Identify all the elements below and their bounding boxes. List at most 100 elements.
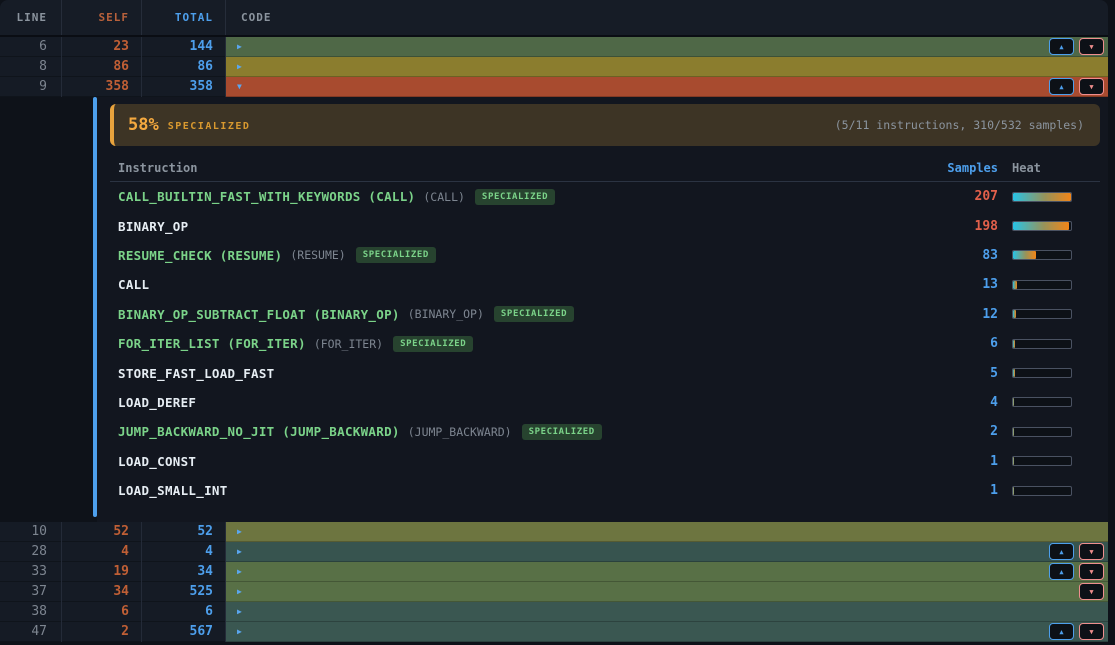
- code-cell[interactable]: ▶ stats = compute_stats(data) ▲ ▼: [226, 582, 1108, 602]
- code-cell[interactable]: ▶ squared = [x * x for x in data] # list…: [226, 57, 1108, 77]
- heat-bar: [998, 221, 1100, 231]
- self-samples: 86: [62, 57, 142, 77]
- jump-down-button[interactable]: ▼: [1079, 543, 1104, 560]
- column-header-total[interactable]: TOTAL: [142, 0, 226, 35]
- jump-down-button[interactable]: ▼: [1079, 563, 1104, 580]
- total-samples: 358: [142, 77, 226, 97]
- table-row: 10 52 52 ▶ return {"mean": mean, "var": …: [0, 522, 1108, 542]
- heat-bar-fill: [1013, 369, 1015, 377]
- self-samples: 358: [62, 77, 142, 97]
- table-row: 47 2 567 ▶ main() ▲ ▼: [0, 622, 1108, 642]
- heat-bar: [998, 427, 1100, 437]
- specialized-badge: SPECIALIZED: [475, 189, 555, 205]
- jump-up-button[interactable]: ▲: [1049, 38, 1074, 55]
- jump-down-button[interactable]: ▼: [1079, 583, 1104, 600]
- jump-up-button[interactable]: ▲: [1049, 78, 1074, 95]
- column-header-samples[interactable]: Samples: [912, 161, 998, 175]
- table-row: 38 6 6 ▶ items = [{"value": x, "name": f…: [0, 602, 1108, 622]
- heat-bar-track: [1012, 456, 1072, 466]
- table-row: 33 19 34 ▶ data = [math.sin(i * 0.01) + …: [0, 562, 1108, 582]
- expand-arrow-icon[interactable]: ▼: [237, 77, 242, 97]
- heat-bar-fill: [1013, 457, 1014, 465]
- expand-arrow-icon[interactable]: ▶: [237, 622, 242, 642]
- column-header-heat[interactable]: Heat: [998, 161, 1100, 175]
- jump-down-button[interactable]: ▼: [1079, 78, 1104, 95]
- code-rows-above: 6 23 144 ▶ total = sum(data) # CALL + it…: [0, 37, 1115, 97]
- self-samples: 19: [62, 562, 142, 582]
- column-header-line[interactable]: LINE: [0, 0, 62, 35]
- total-samples: 144: [142, 37, 226, 57]
- specialized-badge: SPECIALIZED: [393, 336, 473, 352]
- instruction-name: CALL_BUILTIN_FAST_WITH_KEYWORDS (CALL): [118, 189, 415, 204]
- expand-arrow-icon[interactable]: ▶: [237, 582, 242, 602]
- sample-count: 5: [912, 366, 998, 381]
- expand-arrow-icon[interactable]: ▶: [237, 57, 242, 77]
- instruction-name: CALL: [118, 277, 149, 292]
- sample-count: 1: [912, 454, 998, 469]
- instruction-row: CALL_BUILTIN_FAST_WITH_KEYWORDS (CALL) (…: [110, 182, 1100, 211]
- table-row: 8 86 86 ▶ squared = [x * x for x in data…: [0, 57, 1108, 77]
- base-opcode: (JUMP_BACKWARD): [408, 425, 512, 439]
- code-cell[interactable]: ▶ return n + recursive_sum(n - 1) ▲ ▼: [226, 542, 1108, 562]
- specialized-label: SPECIALIZED: [168, 119, 251, 132]
- code-cell[interactable]: ▶ total = sum(data) # CALL + iteration ▲…: [226, 37, 1108, 57]
- self-samples: 52: [62, 522, 142, 542]
- specialization-panel: 58% SPECIALIZED (5/11 instructions, 310/…: [110, 104, 1100, 505]
- heat-bar-fill: [1013, 310, 1016, 318]
- heat-bar: [998, 309, 1100, 319]
- expansion-connector-line: [93, 97, 97, 517]
- jump-down-button[interactable]: ▼: [1079, 38, 1104, 55]
- base-opcode: (BINARY_OP): [408, 307, 484, 321]
- expand-arrow-icon[interactable]: ▶: [237, 602, 242, 622]
- code-cell[interactable]: ▶ return {"mean": mean, "var": variance,…: [226, 522, 1108, 542]
- self-samples: 6: [62, 602, 142, 622]
- heat-bar-track: [1012, 368, 1072, 378]
- sample-count: 13: [912, 277, 998, 292]
- code-cell[interactable]: ▶ main() ▲ ▼: [226, 622, 1108, 642]
- jump-up-button[interactable]: ▲: [1049, 623, 1074, 640]
- code-cell[interactable]: ▶ items = [{"value": x, "name": f"item_{…: [226, 602, 1108, 622]
- base-opcode: (CALL): [423, 190, 465, 204]
- line-number: 47: [0, 622, 62, 642]
- row-move-buttons: ▲ ▼: [1049, 38, 1104, 55]
- total-samples: 6: [142, 602, 226, 622]
- specialized-badge: SPECIALIZED: [356, 247, 436, 263]
- code-cell[interactable]: ▶ data = [math.sin(i * 0.01) + math.cos(…: [226, 562, 1108, 582]
- expand-arrow-icon[interactable]: ▶: [237, 37, 242, 57]
- column-header-instruction[interactable]: Instruction: [110, 161, 912, 175]
- jump-up-button[interactable]: ▲: [1049, 543, 1074, 560]
- instruction-name: BINARY_OP: [118, 219, 188, 234]
- row-move-buttons: ▲ ▼: [1049, 543, 1104, 560]
- expand-arrow-icon[interactable]: ▶: [237, 542, 242, 562]
- heat-bar-fill: [1013, 251, 1036, 259]
- sample-count: 4: [912, 395, 998, 410]
- heat-bar-track: [1012, 280, 1072, 290]
- jump-down-button[interactable]: ▼: [1079, 623, 1104, 640]
- table-header-row: LINE SELF TOTAL CODE: [0, 0, 1108, 37]
- row-move-buttons: ▲ ▼: [1049, 623, 1104, 640]
- line-number: 33: [0, 562, 62, 582]
- heat-bar-fill: [1013, 398, 1014, 406]
- instruction-name: FOR_ITER_LIST (FOR_ITER): [118, 336, 306, 351]
- specialized-badge: SPECIALIZED: [494, 306, 574, 322]
- heat-bar-track: [1012, 427, 1072, 437]
- column-header-code[interactable]: CODE: [226, 0, 1108, 35]
- total-samples: 34: [142, 562, 226, 582]
- total-samples: 525: [142, 582, 226, 602]
- line-number: 10: [0, 522, 62, 542]
- jump-up-button[interactable]: ▲: [1049, 563, 1074, 580]
- specialized-badge: SPECIALIZED: [522, 424, 602, 440]
- expand-arrow-icon[interactable]: ▶: [237, 562, 242, 582]
- instruction-name: JUMP_BACKWARD_NO_JIT (JUMP_BACKWARD): [118, 424, 400, 439]
- expanded-detail-section: 58% SPECIALIZED (5/11 instructions, 310/…: [0, 97, 1115, 522]
- instruction-rows: CALL_BUILTIN_FAST_WITH_KEYWORDS (CALL) (…: [110, 182, 1100, 505]
- line-number: 8: [0, 57, 62, 77]
- code-cell[interactable]: ▼ variance = sum((x - mean) ** 2 for x i…: [226, 77, 1108, 97]
- line-number: 9: [0, 77, 62, 97]
- instruction-table-header: Instruction Samples Heat: [110, 155, 1100, 182]
- instruction-name: RESUME_CHECK (RESUME): [118, 248, 282, 263]
- line-number: 28: [0, 542, 62, 562]
- column-header-self[interactable]: SELF: [62, 0, 142, 35]
- expand-arrow-icon[interactable]: ▶: [237, 522, 242, 542]
- heat-bar-track: [1012, 192, 1072, 202]
